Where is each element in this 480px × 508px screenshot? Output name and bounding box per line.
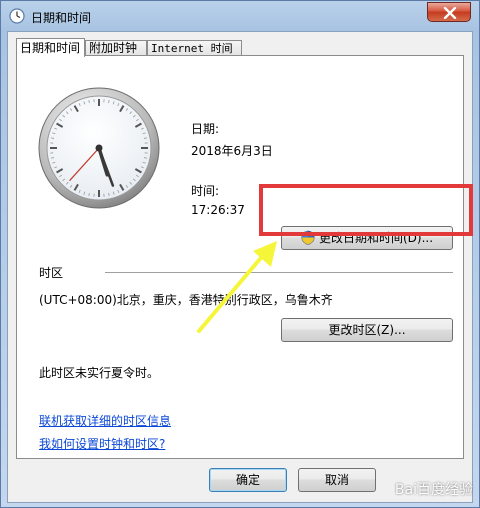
window-title: 日期和时间 xyxy=(31,11,92,25)
timezone-section-label: 时区 xyxy=(39,266,64,280)
analog-clock xyxy=(38,87,160,209)
timezone-value: (UTC+08:00)北京，重庆，香港特别行政区，乌鲁木齐 xyxy=(39,293,333,307)
watermark: Bai百度经验 xyxy=(394,482,473,498)
change-timezone-label: 更改时区(Z)... xyxy=(328,323,406,337)
date-label: 日期: xyxy=(191,122,220,136)
title-bar[interactable]: 日期和时间 xyxy=(1,1,479,31)
tab-label: 日期和时间 xyxy=(20,41,81,55)
clock-center-pin xyxy=(95,144,103,152)
tab-date-and-time[interactable]: 日期和时间 xyxy=(16,38,85,57)
change-timezone-button[interactable]: 更改时区(Z)... xyxy=(281,318,453,342)
date-time-dialog: 日期和时间 日期和时间 附加时钟 Internet 时间 日期: 2018年6月… xyxy=(0,0,480,508)
how-to-set-clock-link[interactable]: 我如何设置时钟和时区? xyxy=(39,435,165,452)
tab-internet-time[interactable]: Internet 时间 xyxy=(147,40,242,56)
red-highlight-box xyxy=(259,184,473,236)
clock-app-icon xyxy=(9,8,25,24)
dst-note: 此时区未实行夏令时。 xyxy=(39,366,160,380)
annotation-arrow xyxy=(197,241,277,333)
cancel-button-label: 取消 xyxy=(324,473,349,487)
online-timezone-info-link[interactable]: 联机获取详细的时区信息 xyxy=(39,412,171,429)
tab-label: Internet 时间 xyxy=(151,42,233,55)
close-icon xyxy=(443,7,457,19)
time-label: 时间: xyxy=(191,184,220,198)
ok-button-label: 确定 xyxy=(235,473,260,487)
cancel-button[interactable]: 取消 xyxy=(298,468,376,492)
date-value: 2018年6月3日 xyxy=(191,144,273,158)
time-value: 17:26:37 xyxy=(191,203,245,217)
ok-button[interactable]: 确定 xyxy=(209,468,287,492)
tab-additional-clocks[interactable]: 附加时钟 xyxy=(85,40,147,56)
tab-label: 附加时钟 xyxy=(89,41,138,55)
close-button[interactable] xyxy=(427,2,471,22)
